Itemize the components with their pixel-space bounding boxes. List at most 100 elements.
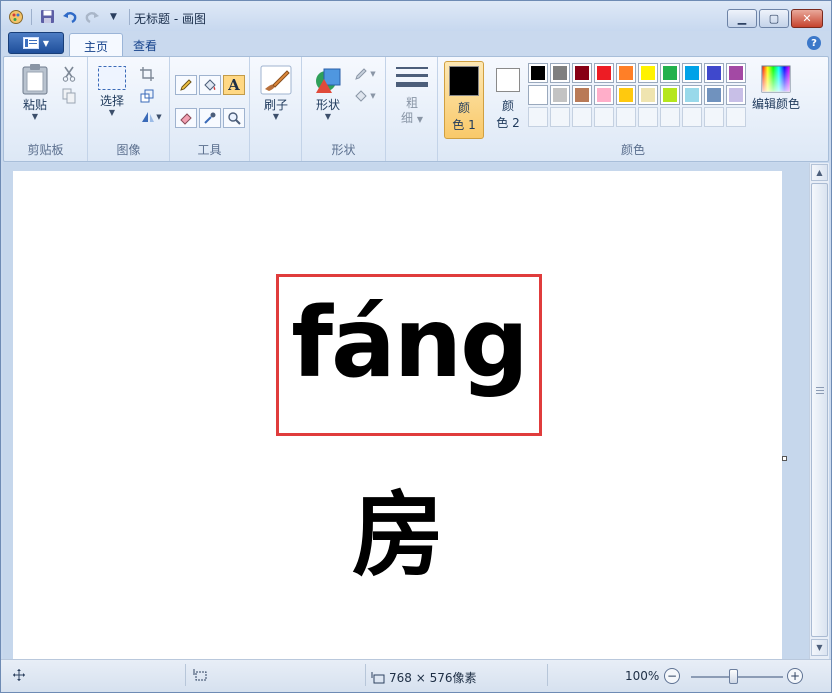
pencil-tool[interactable]	[175, 75, 197, 95]
close-icon: ✕	[802, 12, 812, 25]
color-spectrum-icon	[761, 65, 791, 93]
palette-swatch[interactable]	[594, 85, 614, 105]
brush-icon	[260, 65, 292, 95]
eraser-tool[interactable]	[175, 108, 197, 128]
fill-tool[interactable]	[199, 75, 221, 95]
palette-custom-slot[interactable]	[726, 107, 746, 127]
shapes-button[interactable]: 形状 ▼	[308, 65, 348, 121]
palette-swatch[interactable]	[638, 85, 658, 105]
palette-swatch-fill	[663, 66, 677, 80]
outline-button[interactable]: ▼	[352, 65, 378, 83]
zoom-slider-knob[interactable]	[729, 669, 738, 684]
edit-colors-label: 编辑颜色	[751, 97, 800, 111]
palette-swatch[interactable]	[616, 85, 636, 105]
group-size: 粗 细 ▼	[386, 57, 438, 161]
palette-custom-slot[interactable]	[704, 107, 724, 127]
zoom-out-button[interactable]: −	[664, 668, 680, 684]
scroll-thumb[interactable]	[811, 183, 828, 637]
palette-custom-slot[interactable]	[638, 107, 658, 127]
palette-swatch[interactable]	[572, 85, 592, 105]
maximize-button[interactable]: ▢	[759, 9, 789, 28]
paint-app-icon[interactable]	[7, 8, 24, 25]
eraser-icon	[180, 113, 192, 125]
help-icon[interactable]: ?	[807, 36, 821, 50]
grip-line	[816, 390, 824, 391]
fill-shape-button[interactable]: ▼	[352, 87, 378, 105]
color2-button[interactable]: 颜色 2	[488, 61, 528, 139]
chevron-down-icon: ▼	[42, 38, 50, 48]
status-divider	[365, 664, 366, 686]
palette-custom-slot[interactable]	[528, 107, 548, 127]
edit-colors-button[interactable]: 编辑颜色	[748, 65, 804, 112]
copy-icon[interactable]	[60, 87, 78, 105]
vertical-scrollbar[interactable]: ▲ ▼	[809, 163, 829, 659]
scroll-down-button[interactable]: ▼	[811, 639, 828, 656]
resize-icon[interactable]	[138, 87, 156, 105]
color-picker-tool[interactable]	[199, 108, 221, 128]
palette-custom-slot[interactable]	[550, 107, 570, 127]
palette-swatch[interactable]	[726, 85, 746, 105]
zoom-slider[interactable]	[691, 669, 783, 684]
eyedropper-icon	[204, 112, 216, 124]
palette-swatch[interactable]	[572, 63, 592, 83]
customize-qat-icon[interactable]: ▼	[105, 8, 122, 25]
palette-swatch[interactable]	[528, 63, 548, 83]
palette-custom-slot[interactable]	[594, 107, 614, 127]
grip-line	[816, 393, 824, 394]
palette-swatch[interactable]	[550, 63, 570, 83]
text-tool[interactable]: A	[223, 75, 245, 95]
tab-view[interactable]: 查看	[119, 33, 171, 57]
palette-swatch-fill	[729, 66, 743, 80]
palette-swatch[interactable]	[638, 63, 658, 83]
group-brushes: 刷子 ▼	[250, 57, 302, 161]
group-shapes: 形状 ▼ ▼ ▼ 形状	[302, 57, 386, 161]
palette-swatch[interactable]	[528, 85, 548, 105]
palette-custom-slot[interactable]	[682, 107, 702, 127]
tab-home[interactable]: 主页	[69, 33, 124, 57]
palette-swatch[interactable]	[660, 85, 680, 105]
ribbon: 粘贴 ▼ 剪贴板 选择 ▼ ▼ 图像 A 工具 刷子 ▼ 形状 ▼ ▼ ▼ 形状…	[3, 56, 829, 162]
canvas-resize-handle-right[interactable]	[782, 456, 787, 461]
palette-swatch[interactable]	[550, 85, 570, 105]
zoom-in-button[interactable]: +	[787, 668, 803, 684]
magnifier-tool[interactable]	[223, 108, 245, 128]
scroll-up-button[interactable]: ▲	[811, 164, 828, 181]
color2-label-line2: 色 2	[496, 116, 520, 130]
color1-label: 颜色 1	[452, 100, 475, 134]
palette-swatch[interactable]	[616, 63, 636, 83]
drawing-canvas[interactable]: fáng 房	[13, 171, 782, 659]
paste-button[interactable]: 粘贴 ▼	[14, 63, 56, 121]
cursor-position-icon	[13, 669, 25, 681]
chevron-up-icon: ▲	[816, 168, 823, 177]
redo-icon[interactable]	[83, 8, 100, 25]
palette-swatch-fill	[641, 88, 655, 102]
brushes-button[interactable]: 刷子 ▼	[258, 65, 294, 121]
color2-label: 颜色 2	[496, 98, 519, 132]
palette-swatch[interactable]	[726, 63, 746, 83]
palette-swatch[interactable]	[594, 63, 614, 83]
palette-swatch[interactable]	[704, 85, 724, 105]
cut-icon[interactable]	[60, 65, 78, 83]
color1-label-line2: 色 1	[452, 118, 476, 132]
palette-custom-slot[interactable]	[616, 107, 636, 127]
palette-custom-slot[interactable]	[660, 107, 680, 127]
palette-custom-slot[interactable]	[572, 107, 592, 127]
minimize-button[interactable]: ▁	[727, 9, 757, 28]
color1-button[interactable]: 颜色 1	[444, 61, 484, 139]
close-button[interactable]: ✕	[791, 9, 823, 28]
color2-swatch	[496, 68, 520, 92]
palette-swatch[interactable]	[660, 63, 680, 83]
select-button[interactable]: 选择 ▼	[94, 65, 130, 117]
size-button[interactable]: 粗 细 ▼	[394, 65, 430, 127]
palette-swatch[interactable]	[704, 63, 724, 83]
paint-menu-button[interactable]: ▼	[8, 32, 64, 54]
palette-swatch[interactable]	[682, 85, 702, 105]
undo-icon[interactable]	[61, 8, 78, 25]
crop-icon[interactable]	[138, 65, 156, 83]
rotate-icon[interactable]: ▼	[138, 108, 164, 126]
toolbar-divider	[31, 8, 32, 25]
save-icon[interactable]	[39, 8, 56, 25]
palette-swatch-fill	[685, 66, 699, 80]
palette-swatch[interactable]	[682, 63, 702, 83]
chevron-down-icon: ▼	[324, 112, 332, 121]
